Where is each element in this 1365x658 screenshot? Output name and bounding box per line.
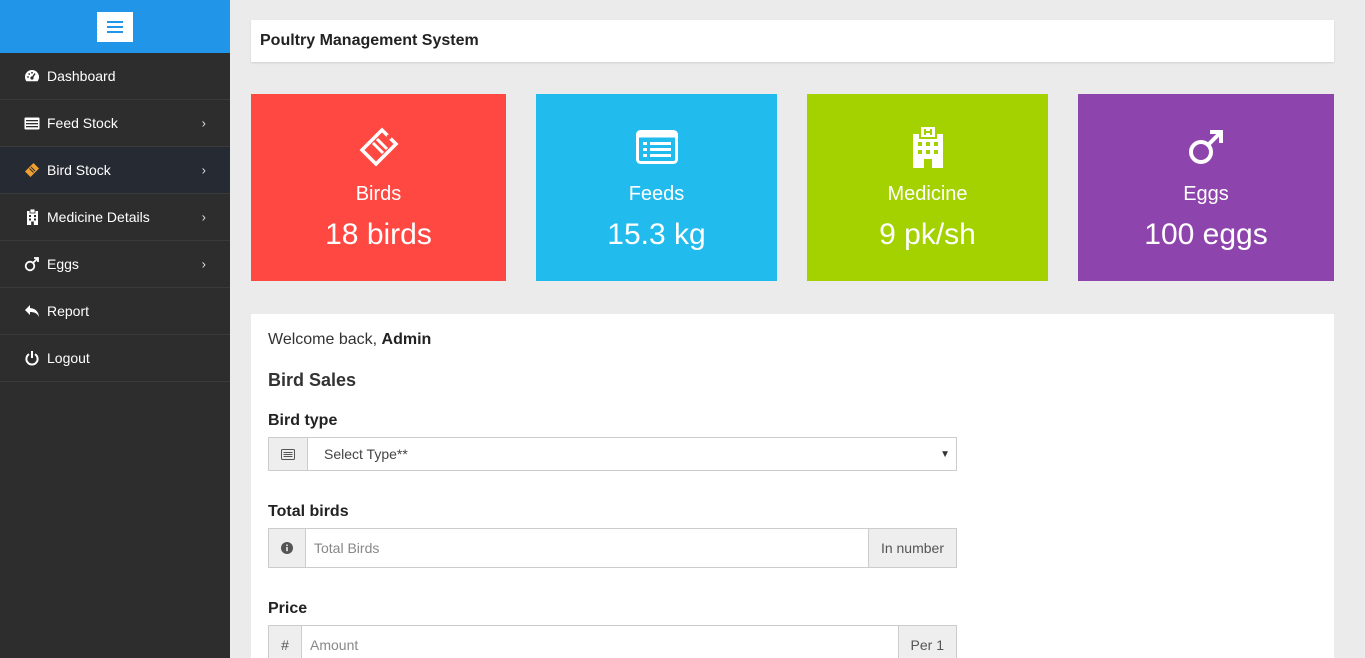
chevron-right-icon: › <box>201 162 206 178</box>
bird-type-selected-value: Select Type** <box>324 446 408 462</box>
sidebar-item-logout[interactable]: Logout <box>0 335 230 382</box>
total-birds-placeholder: Total Birds <box>314 540 380 556</box>
stat-tile-birds[interactable]: Birds 18 birds <box>251 94 506 281</box>
hamburger-menu-button[interactable] <box>97 11 133 42</box>
sidebar-item-label: Report <box>47 303 90 319</box>
sidebar: Dashboard Feed Stock › Bird Stock › Medi… <box>0 0 230 658</box>
tile-value: 18 birds <box>325 218 432 251</box>
reply-icon <box>24 303 40 319</box>
list-icon <box>269 438 308 470</box>
bird-type-label: Bird type <box>268 412 338 429</box>
chevron-right-icon: › <box>201 209 206 225</box>
chevron-right-icon: › <box>201 115 206 131</box>
sidebar-item-feed-stock[interactable]: Feed Stock › <box>0 100 230 147</box>
mars-icon <box>24 256 40 272</box>
hamburger-icon <box>107 20 123 33</box>
sidebar-item-label: Bird Stock <box>47 162 111 178</box>
sidebar-item-label: Medicine Details <box>47 209 150 225</box>
welcome-message: Welcome back, Admin <box>268 331 1317 349</box>
tile-value: 15.3 kg <box>607 218 706 251</box>
stat-tile-feeds[interactable]: Feeds 15.3 kg <box>536 94 777 281</box>
ticket-icon <box>251 125 506 169</box>
tile-label: Birds <box>355 183 402 205</box>
sidebar-item-label: Logout <box>47 350 90 366</box>
stat-tile-medicine[interactable]: Medicine 9 pk/sh <box>807 94 1048 281</box>
chevron-right-icon: › <box>201 256 206 272</box>
ticket-icon <box>24 162 40 178</box>
price-label: Price <box>268 600 308 617</box>
price-placeholder: Amount <box>310 637 359 653</box>
total-birds-input[interactable]: Total Birds <box>306 529 868 567</box>
tile-label: Medicine <box>887 183 968 205</box>
dashboard-icon <box>24 68 40 84</box>
welcome-username: Admin <box>381 331 432 348</box>
list-icon <box>24 115 40 131</box>
sidebar-item-medicine-details[interactable]: Medicine Details › <box>0 194 230 241</box>
sidebar-item-report[interactable]: Report <box>0 288 230 335</box>
price-group: # Amount Per 1 <box>268 625 957 658</box>
info-icon <box>269 529 306 567</box>
sidebar-header <box>0 0 230 53</box>
sidebar-item-label: Dashboard <box>47 68 116 84</box>
hospital-icon <box>807 125 1048 169</box>
tile-label: Eggs <box>1183 183 1229 205</box>
hospital-icon <box>24 209 40 225</box>
bird-type-select[interactable]: Select Type** ▼ <box>308 438 956 470</box>
total-birds-label: Total birds <box>268 503 349 520</box>
tile-label: Feeds <box>628 183 685 205</box>
mars-icon <box>1078 125 1334 169</box>
sidebar-item-eggs[interactable]: Eggs › <box>0 241 230 288</box>
sidebar-item-label: Feed Stock <box>47 115 118 131</box>
sidebar-item-dashboard[interactable]: Dashboard <box>0 53 230 100</box>
bird-type-group: Select Type** ▼ <box>268 437 957 471</box>
page-title: Poultry Management System <box>251 20 1334 62</box>
list-icon <box>536 125 777 169</box>
section-title: Bird Sales <box>268 370 357 390</box>
sidebar-item-label: Eggs <box>47 256 79 272</box>
price-unit: Per 1 <box>897 626 956 658</box>
tile-value: 9 pk/sh <box>879 218 976 251</box>
price-prefix: # <box>269 626 302 658</box>
stat-tile-eggs[interactable]: Eggs 100 eggs <box>1078 94 1334 281</box>
power-icon <box>24 350 40 366</box>
total-birds-group: Total Birds In number <box>268 528 957 568</box>
welcome-prefix: Welcome back, <box>268 331 382 348</box>
bird-sales-panel: Welcome back, Admin Bird Sales Bird type… <box>251 314 1334 658</box>
caret-down-icon: ▼ <box>940 448 950 460</box>
tile-value: 100 eggs <box>1144 218 1268 251</box>
price-input[interactable]: Amount <box>302 626 898 658</box>
total-birds-unit: In number <box>867 529 956 567</box>
main-content: Poultry Management System Birds 18 birds… <box>230 0 1365 658</box>
sidebar-item-bird-stock[interactable]: Bird Stock › <box>0 147 230 194</box>
